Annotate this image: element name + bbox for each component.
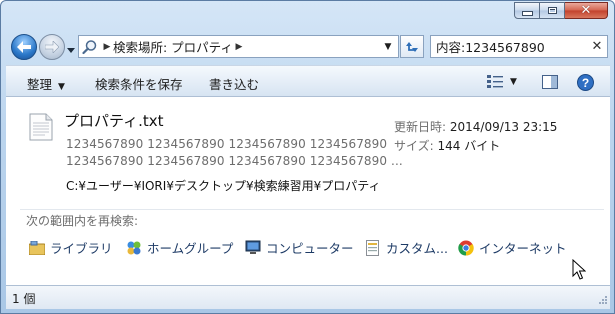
result-file-name[interactable]: プロパティ.txt: [64, 110, 164, 131]
search-input[interactable]: 内容:1234567890: [436, 37, 587, 56]
chevron-down-icon: ▼: [510, 77, 517, 87]
search-box[interactable]: 内容:1234567890 ✕: [430, 35, 608, 58]
scope-label: コンピューター: [266, 241, 354, 256]
back-arrow-icon: [17, 41, 31, 53]
scope-homegroup[interactable]: ホームグループ: [125, 238, 233, 257]
recent-pages-dropdown[interactable]: [67, 43, 75, 57]
command-bar: 整理 ▼ 検索条件を保存 書き込む ▼ ?: [6, 65, 610, 97]
search-results: プロパティ.txt 1234567890 1234567890 12345678…: [6, 97, 610, 285]
divider: [20, 209, 604, 210]
result-file-path: C:¥ユーザー¥IORI¥デスクトップ¥検索練習用¥プロパティ: [66, 179, 381, 193]
forward-button[interactable]: [39, 34, 65, 60]
scope-label: ホームグループ: [147, 241, 234, 256]
help-button[interactable]: ?: [574, 71, 596, 93]
chevron-down-icon: [67, 48, 75, 53]
caption-buttons: ✕: [514, 2, 608, 19]
custom-icon: [364, 239, 382, 257]
result-snippet-line: 1234567890 1234567890 1234567890 1234567…: [66, 154, 403, 168]
text-file-icon[interactable]: [29, 113, 53, 144]
close-icon: ✕: [580, 3, 592, 18]
scope-custom[interactable]: カスタム...: [364, 238, 448, 257]
result-snippet-line: 1234567890 1234567890 1234567890 1234567…: [66, 137, 388, 151]
maximize-icon: [547, 7, 557, 14]
minimize-icon: [521, 11, 533, 16]
preview-pane-button[interactable]: [539, 71, 561, 93]
organize-menu-button[interactable]: 整理 ▼: [27, 74, 65, 93]
search-again-label: 次の範囲内を再検索:: [26, 214, 139, 228]
view-list-icon: [487, 75, 504, 88]
mouse-cursor-icon: [572, 259, 586, 280]
svg-text:?: ?: [581, 76, 588, 90]
status-bar: 1 個: [6, 285, 610, 309]
refresh-button[interactable]: [400, 35, 424, 58]
search-folder-icon: [79, 39, 101, 55]
back-button[interactable]: [11, 34, 37, 60]
breadcrumb-location[interactable]: 検索場所: プロパティ: [113, 37, 233, 56]
change-view-button[interactable]: ▼: [485, 71, 519, 93]
scope-internet[interactable]: インターネット: [457, 238, 567, 257]
scope-label: ライブラリ: [50, 241, 113, 256]
scope-label: インターネット: [479, 241, 567, 256]
libraries-icon: [28, 239, 46, 257]
modified-date: 更新日時: 2014/09/13 23:15: [394, 118, 557, 135]
homegroup-icon: [125, 239, 143, 257]
modified-date-value: 2014/09/13 23:15: [449, 120, 558, 134]
minimize-button[interactable]: [514, 2, 540, 19]
organize-label: 整理: [27, 77, 53, 92]
internet-icon: [457, 239, 475, 257]
clear-search-icon[interactable]: ✕: [587, 38, 607, 56]
address-bar[interactable]: ▶ 検索場所: プロパティ ▶ ▼: [78, 35, 399, 58]
resize-grip-icon[interactable]: [596, 295, 608, 307]
file-size-label: サイズ:: [394, 139, 434, 153]
breadcrumb-arrow-icon[interactable]: ▶: [101, 42, 113, 52]
scope-label: カスタム...: [386, 241, 448, 256]
scope-computer[interactable]: コンピューター: [244, 238, 354, 257]
file-size-value: 144 バイト: [437, 139, 501, 153]
file-size: サイズ: 144 バイト: [394, 137, 500, 154]
breadcrumb-arrow-icon[interactable]: ▶: [233, 42, 245, 52]
maximize-button[interactable]: [540, 2, 565, 19]
computer-icon: [244, 239, 262, 257]
modified-date-label: 更新日時:: [394, 120, 447, 134]
save-search-button[interactable]: 検索条件を保存: [95, 74, 183, 93]
close-button[interactable]: ✕: [565, 2, 608, 19]
refresh-icon: [406, 41, 418, 52]
chevron-down-icon: ▼: [58, 82, 65, 92]
forward-arrow-icon: [45, 41, 59, 53]
preview-pane-icon: [542, 75, 558, 89]
explorer-window: ✕ ▶ 検索場所: プロパティ ▶ ▼ 内容:1234567890 ✕ 整理 ▼ …: [0, 0, 615, 314]
burn-button[interactable]: 書き込む: [209, 74, 259, 93]
help-icon: ?: [576, 73, 594, 91]
address-history-dropdown[interactable]: ▼: [381, 38, 395, 55]
scope-libraries[interactable]: ライブラリ: [28, 238, 113, 257]
item-count: 1 個: [12, 292, 36, 306]
